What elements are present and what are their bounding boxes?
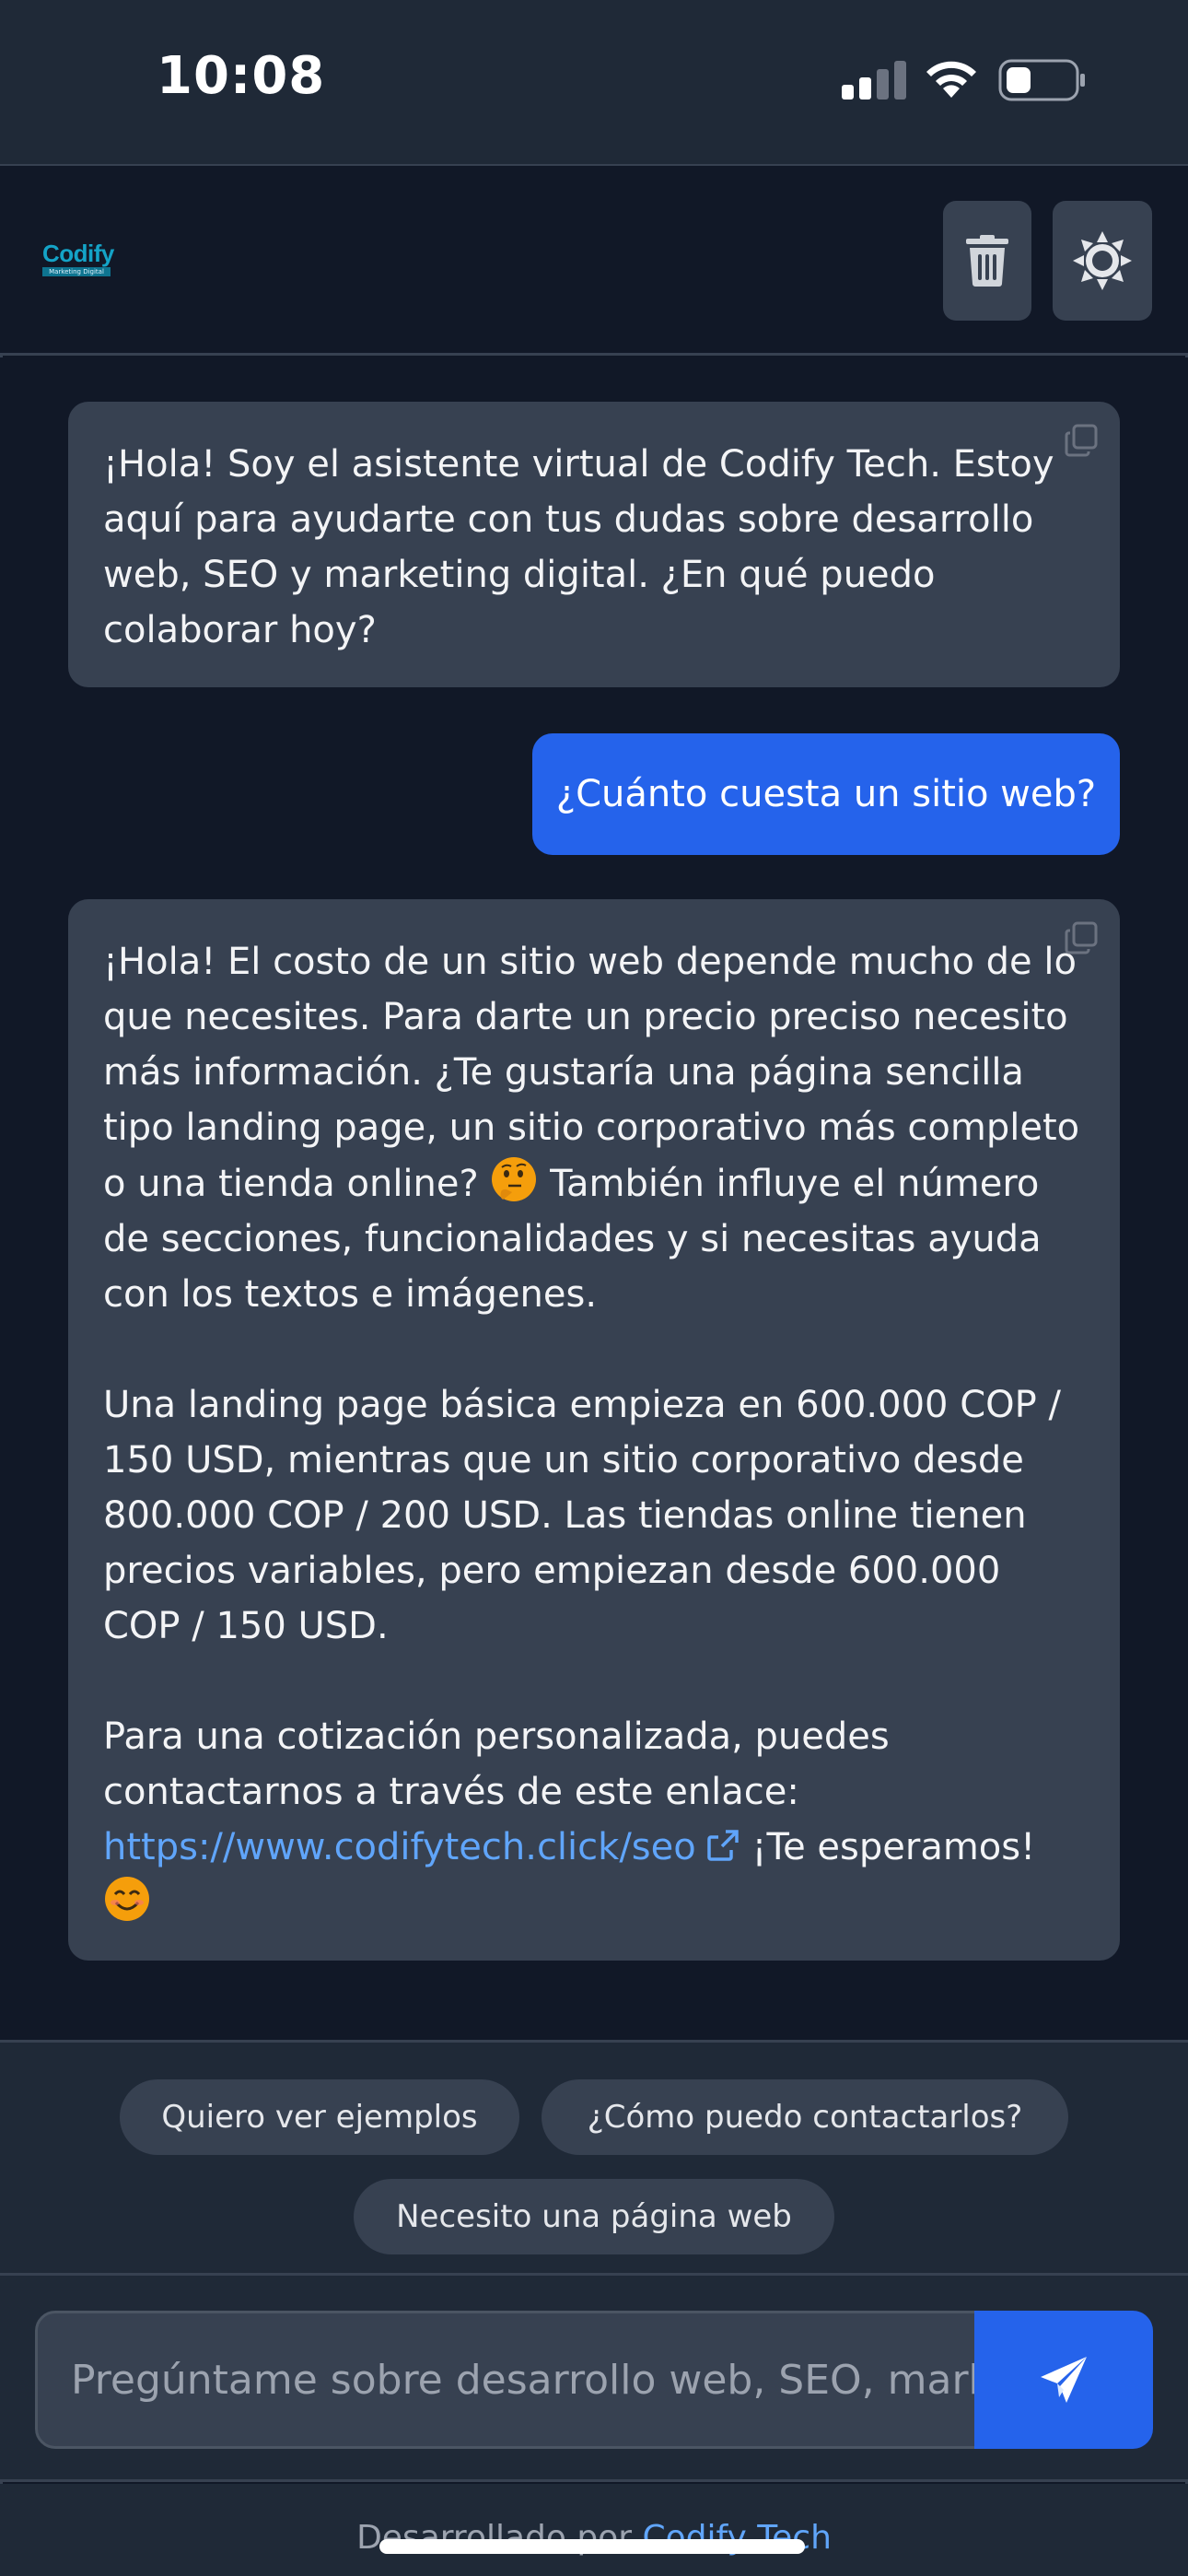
message-text: ¡Hola! Soy el asistente virtual de Codif…: [103, 443, 1054, 651]
message-paragraph: ¡Hola! El costo de un sitio web depende …: [103, 934, 1083, 1322]
copy-icon[interactable]: [1063, 919, 1100, 956]
trash-icon: [966, 235, 1008, 287]
codify-logo[interactable]: Codify Marketing Digital: [42, 240, 120, 282]
status-time: 10:08: [157, 46, 326, 106]
clear-chat-button[interactable]: [943, 201, 1031, 321]
thinking-face-emoji-icon: [492, 1157, 537, 1201]
chat-messages[interactable]: ¡Hola! Soy el asistente virtual de Codif…: [0, 357, 1188, 2042]
assistant-message: ¡Hola! El costo de un sitio web depende …: [68, 899, 1120, 1961]
send-button[interactable]: [974, 2311, 1153, 2449]
logo-subtext: Marketing Digital: [42, 267, 111, 276]
message-text: Para una cotización personalizada, puede…: [103, 1715, 890, 1813]
quick-reply-website[interactable]: Necesito una página web: [354, 2179, 834, 2254]
composer: Pregúntame sobre desarrollo web, SEO, ma…: [0, 2276, 1188, 2482]
cellular-signal-icon: [842, 61, 908, 100]
app-header: Codify Marketing Digital: [0, 166, 1188, 356]
external-link-icon: [706, 1830, 739, 1861]
message-input[interactable]: Pregúntame sobre desarrollo web, SEO, ma…: [35, 2311, 978, 2449]
message-text: ¡Te esperamos!: [751, 1826, 1036, 1868]
home-indicator[interactable]: [379, 2539, 805, 2554]
message-paragraph: Para una cotización personalizada, puede…: [103, 1709, 1083, 1931]
paper-plane-icon: [1041, 2357, 1087, 2403]
quick-reply-contact[interactable]: ¿Cómo puedo contactarlos?: [542, 2079, 1068, 2155]
quick-replies: Quiero ver ejemplos ¿Cómo puedo contacta…: [0, 2040, 1188, 2276]
battery-icon: [998, 59, 1085, 101]
seo-link[interactable]: https://www.codifytech.click/seo: [103, 1826, 696, 1868]
wifi-icon: [926, 61, 976, 98]
user-message: ¿Cuánto cuesta un sitio web?: [532, 733, 1120, 855]
assistant-message: ¡Hola! Soy el asistente virtual de Codif…: [68, 402, 1120, 687]
smiling-face-emoji-icon: [105, 1877, 149, 1921]
quick-reply-examples[interactable]: Quiero ver ejemplos: [120, 2079, 519, 2155]
status-bar: 10:08: [0, 0, 1188, 164]
message-text: Una landing page básica empieza en 600.0…: [103, 1384, 1061, 1647]
footer: Desarrollado por Codify Tech: [0, 2484, 1188, 2576]
theme-toggle-button[interactable]: [1053, 201, 1152, 321]
sun-icon: [1073, 231, 1132, 290]
copy-icon[interactable]: [1063, 422, 1100, 459]
logo-text: Codify: [42, 240, 114, 267]
